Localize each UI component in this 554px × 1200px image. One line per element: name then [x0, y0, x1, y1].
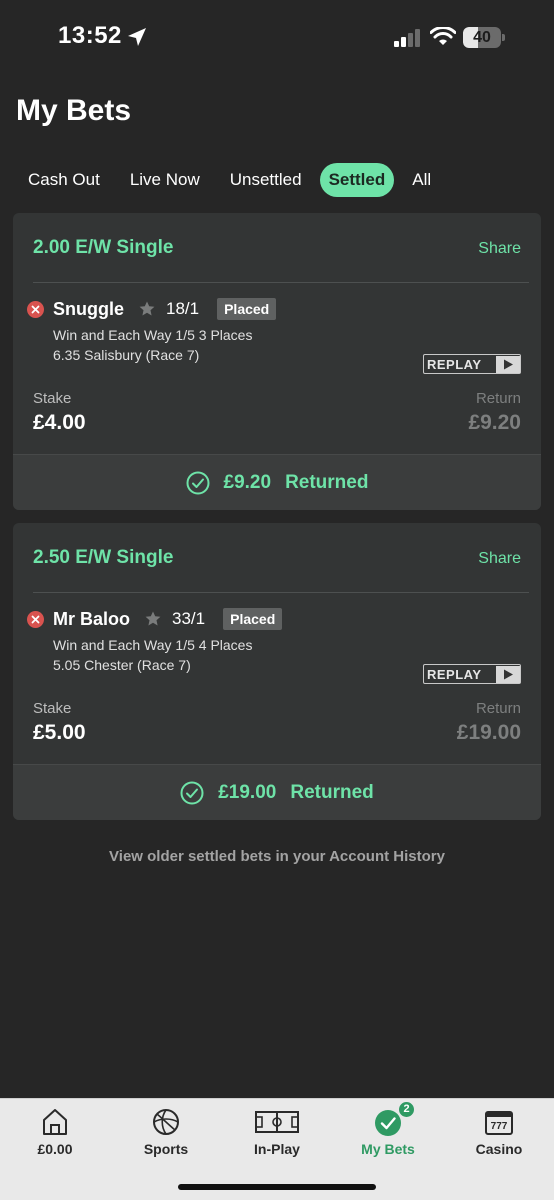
returned-banner: £9.20 Returned — [13, 454, 541, 510]
returned-banner: £19.00 Returned — [13, 764, 541, 820]
divider — [33, 592, 529, 593]
runner-name: Snuggle — [53, 298, 124, 319]
event-name: 6.35 Salisbury (Race 7) — [53, 347, 200, 363]
pitch-icon — [255, 1111, 299, 1133]
battery-percent: 40 — [473, 29, 491, 46]
odds: 33/1 — [172, 609, 206, 628]
market-description: Win and Each Way 1/5 4 Places — [53, 637, 253, 653]
notification-badge: 2 — [399, 1102, 414, 1117]
nav-my-bets[interactable]: 2 My Bets — [333, 1099, 443, 1169]
bet-filter-tabs: Cash Out Live Now Unsettled Settled All — [16, 162, 449, 198]
clock: 13:52 — [58, 22, 122, 49]
nav-label: Casino — [475, 1141, 523, 1157]
selection-row: Snuggle 18/1 Placed — [27, 297, 277, 321]
cellular-signal-icon — [394, 29, 420, 47]
return-value: £9.20 — [468, 411, 521, 434]
svg-text:777: 777 — [491, 1121, 508, 1132]
location-arrow-icon — [128, 28, 146, 46]
replay-button[interactable]: REPLAY — [423, 354, 521, 374]
bet-card: 2.50 E/W Single Share Mr Baloo 33/1 Plac… — [13, 523, 541, 820]
bet-type: 2.50 E/W Single — [33, 547, 174, 568]
star-icon[interactable] — [138, 300, 156, 318]
check-circle-icon — [186, 471, 210, 494]
replay-button[interactable]: REPLAY — [423, 664, 521, 684]
stake-label: Stake — [33, 700, 72, 717]
lost-x-icon — [27, 610, 44, 628]
stake-value: £4.00 — [33, 411, 86, 434]
page-title: My Bets — [16, 94, 132, 127]
status-badge: Placed — [217, 298, 277, 320]
slot-machine-icon: 777 — [485, 1111, 513, 1135]
nav-sports[interactable]: Sports — [111, 1099, 221, 1169]
divider — [33, 282, 529, 283]
return-label: Return — [475, 700, 521, 717]
nav-in-play[interactable]: In-Play — [222, 1099, 332, 1169]
replay-label: REPLAY — [427, 356, 482, 372]
star-icon[interactable] — [144, 610, 162, 628]
returned-amount: £19.00 — [218, 781, 277, 803]
wifi-icon — [430, 27, 456, 45]
selection-row: Mr Baloo 33/1 Placed — [27, 607, 283, 631]
nav-casino[interactable]: 777 Casino — [444, 1099, 554, 1169]
battery-indicator: 40 — [463, 27, 505, 48]
odds: 18/1 — [166, 299, 200, 318]
lost-x-icon — [27, 300, 44, 318]
stake-value: £5.00 — [33, 721, 86, 744]
status-badge: Placed — [223, 608, 283, 630]
football-icon — [153, 1109, 179, 1135]
nav-label: Sports — [143, 1141, 189, 1157]
event-name: 5.05 Chester (Race 7) — [53, 657, 191, 673]
bet-card: 2.00 E/W Single Share Snuggle 18/1 Place… — [13, 213, 541, 510]
returned-amount: £9.20 — [223, 471, 272, 493]
battery-tip — [502, 34, 505, 41]
nav-label: £0.00 — [37, 1141, 73, 1157]
tab-live-now[interactable]: Live Now — [118, 163, 212, 197]
battery-body: 40 — [463, 27, 501, 48]
tab-all[interactable]: All — [400, 163, 443, 197]
bet-type: 2.00 E/W Single — [33, 237, 174, 258]
play-icon — [496, 665, 520, 683]
return-value: £19.00 — [456, 721, 521, 744]
nav-label: In-Play — [254, 1141, 300, 1157]
status-bar: 13:52 40 — [0, 0, 554, 76]
tab-unsettled[interactable]: Unsettled — [218, 163, 314, 197]
tab-settled[interactable]: Settled — [319, 163, 395, 197]
returned-label: Returned — [285, 471, 369, 493]
tab-cash-out[interactable]: Cash Out — [16, 163, 112, 197]
share-button[interactable]: Share — [478, 240, 521, 258]
nav-label: My Bets — [361, 1141, 415, 1157]
market-description: Win and Each Way 1/5 3 Places — [53, 327, 253, 343]
home-icon — [43, 1109, 67, 1135]
check-circle-icon — [180, 781, 204, 804]
share-button[interactable]: Share — [478, 550, 521, 568]
play-icon — [496, 355, 520, 373]
stake-label: Stake — [33, 390, 72, 407]
return-label: Return — [475, 390, 521, 407]
account-history-link[interactable]: View older settled bets in your Account … — [0, 848, 554, 865]
returned-label: Returned — [290, 781, 374, 803]
home-indicator — [178, 1184, 376, 1190]
runner-name: Mr Baloo — [53, 608, 131, 629]
nav-balance[interactable]: £0.00 — [0, 1099, 110, 1169]
replay-label: REPLAY — [427, 666, 482, 682]
